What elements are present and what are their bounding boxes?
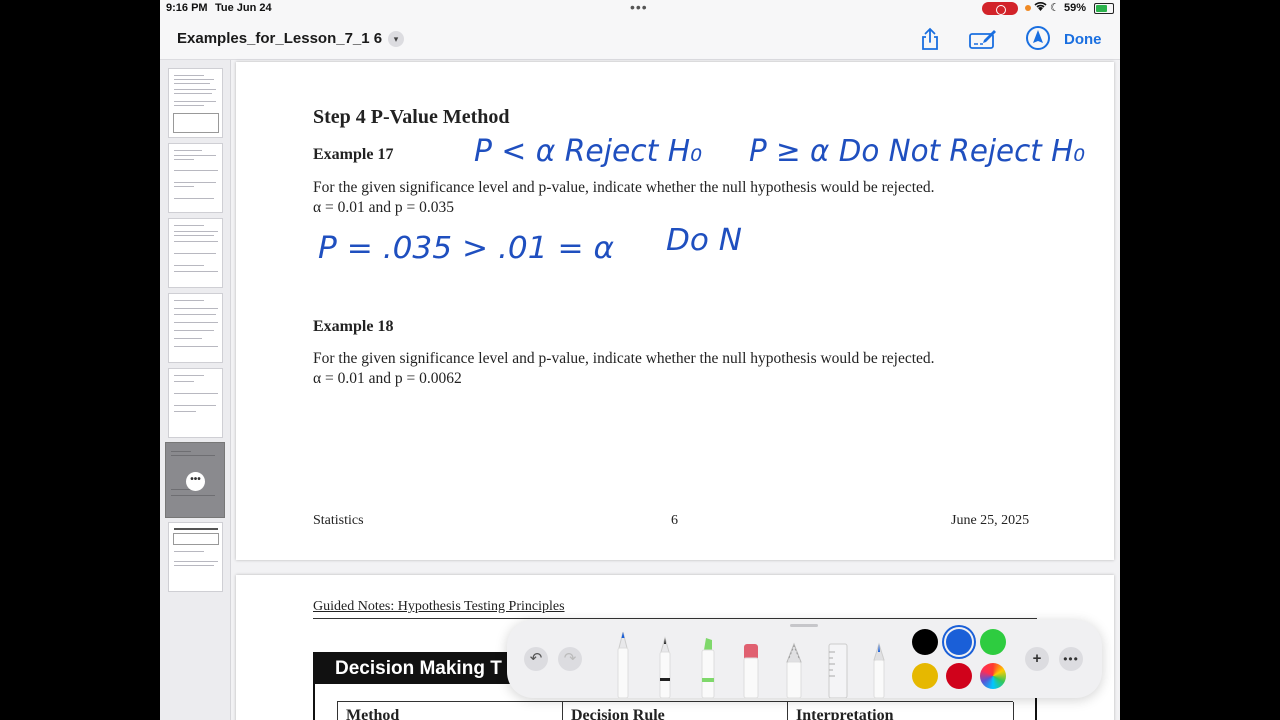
status-date: Tue Jun 24	[215, 2, 272, 14]
color-swatch-red[interactable]	[946, 663, 972, 689]
fountain-pen-tool-icon[interactable]	[870, 628, 888, 698]
share-icon[interactable]	[920, 27, 940, 56]
column-header-interpretation: Interpretation	[788, 702, 1014, 720]
lasso-tool-icon[interactable]	[783, 628, 805, 698]
ruler-tool-icon[interactable]	[825, 628, 851, 698]
column-header-method: Method	[338, 702, 563, 720]
header-rule	[313, 618, 1037, 619]
color-swatch-black[interactable]	[912, 629, 938, 655]
markup-tool-palette[interactable]: ↶ ↷ + •••	[507, 620, 1102, 698]
multitasking-dots-icon[interactable]: •••	[630, 0, 648, 15]
highlighter-tool-icon[interactable]	[697, 628, 719, 698]
footer-date: June 25, 2025	[951, 513, 1030, 528]
battery-icon	[1094, 3, 1114, 14]
focus-moon-icon: ☾	[1050, 2, 1060, 14]
decision-table: Method Decision Rule Interpretation	[337, 701, 1014, 720]
done-button[interactable]: Done	[1064, 31, 1102, 48]
page-thumbnail-7[interactable]	[168, 522, 223, 592]
color-swatch-blue[interactable]	[946, 629, 972, 655]
handwriting-reject-rule: P < α Reject H₀	[474, 134, 702, 169]
page-thumbnail-2[interactable]	[168, 143, 223, 213]
page-thumbnail-6-selected[interactable]: •••	[165, 442, 225, 518]
handwriting-work-example-17: P = .035 > .01 = α	[318, 231, 614, 266]
example-18-values: α = 0.01 and p = 0.0062	[313, 370, 462, 387]
status-bar: 9:16 PM Tue Jun 24 ••• ☾ 59%	[160, 0, 1120, 18]
document-toolbar: Examples_for_Lesson_7_1 6 ▾ Done	[160, 18, 1120, 60]
handwritten-annotations: P < α Reject H₀ P ≥ α Do Not Reject H₀ P…	[318, 134, 1085, 266]
redo-button[interactable]: ↷	[558, 647, 582, 671]
color-swatch-yellow[interactable]	[912, 663, 938, 689]
column-header-decision-rule: Decision Rule	[563, 702, 788, 720]
more-options-icon[interactable]: •••	[1059, 647, 1083, 671]
page-thumbnail-sidebar[interactable]: •••	[160, 60, 231, 720]
chevron-down-icon[interactable]: ▾	[388, 31, 404, 47]
document-title[interactable]: Examples_for_Lesson_7_1 6	[177, 30, 382, 47]
pdf-viewer-app: 9:16 PM Tue Jun 24 ••• ☾ 59% Examples_fo…	[160, 0, 1120, 720]
pen-tool-icon[interactable]	[612, 628, 634, 698]
handwriting-do-not-reject-rule: P ≥ α Do Not Reject H₀	[749, 134, 1085, 169]
battery-percent: 59%	[1064, 2, 1087, 14]
monoline-tool-icon[interactable]	[654, 628, 676, 698]
screen-recording-icon[interactable]	[982, 2, 1018, 15]
page-thumbnail-1[interactable]	[168, 68, 223, 138]
footer-left: Statistics	[313, 513, 364, 528]
pencil-tip-circle-icon[interactable]	[1025, 25, 1051, 56]
handwriting-partial-answer: Do N	[666, 223, 742, 258]
footer-page-number: 6	[671, 513, 678, 528]
undo-button[interactable]: ↶	[524, 647, 548, 671]
page-thumbnail-4[interactable]	[168, 293, 223, 363]
page-thumbnail-3[interactable]	[168, 218, 223, 288]
status-time: 9:16 PM	[166, 2, 208, 14]
page-thumbnail-5[interactable]	[168, 368, 223, 438]
eraser-tool-icon[interactable]	[740, 628, 762, 698]
palette-grabber[interactable]	[790, 624, 818, 627]
page-running-header: Guided Notes: Hypothesis Testing Princip…	[313, 599, 565, 614]
thumbnail-more-icon[interactable]: •••	[186, 472, 205, 491]
wifi-icon	[1034, 1, 1047, 15]
color-picker-wheel-icon[interactable]	[980, 663, 1006, 689]
mic-indicator-icon	[1025, 5, 1031, 11]
color-swatch-green[interactable]	[980, 629, 1006, 655]
add-icon[interactable]: +	[1025, 647, 1049, 671]
markup-pencil-icon[interactable]	[968, 28, 998, 55]
pdf-page-6[interactable]: Step 4 P-Value Method Example 17 For the…	[236, 62, 1114, 560]
